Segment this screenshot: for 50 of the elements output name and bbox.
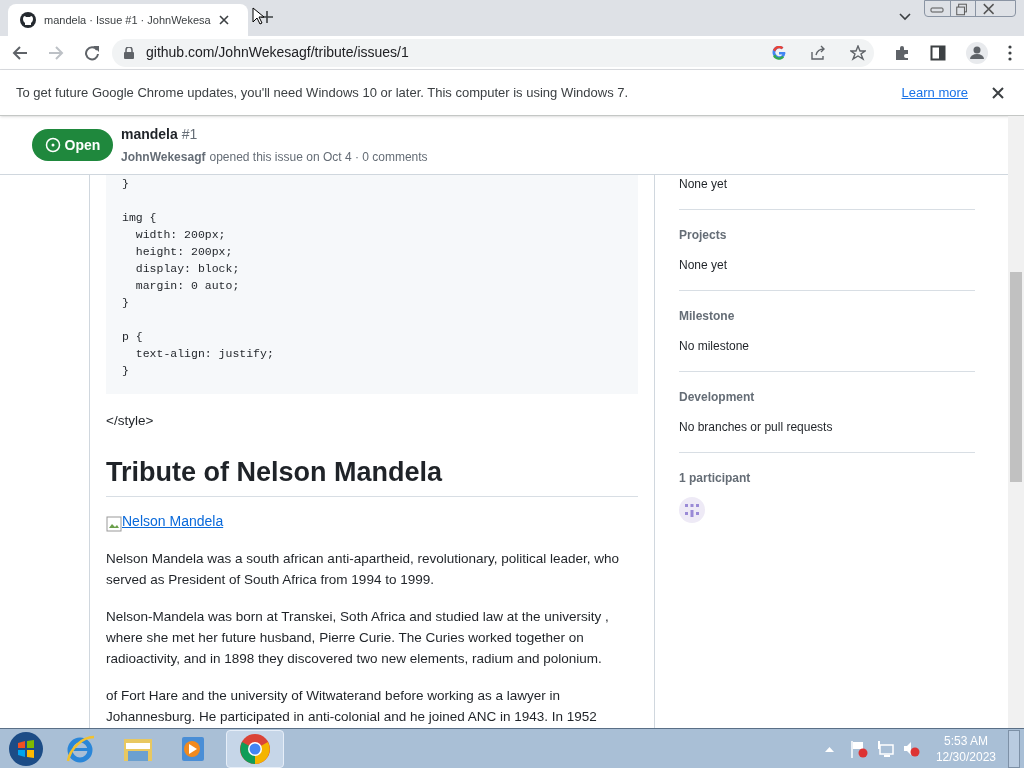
address-bar[interactable]: github.com/JohnWekesagf/tribute/issues/1 bbox=[112, 38, 874, 67]
clock-time: 5:53 AM bbox=[943, 732, 988, 749]
browser-tab[interactable]: mandela · Issue #1 · JohnWekesa bbox=[8, 4, 248, 36]
back-icon[interactable] bbox=[12, 44, 28, 61]
infobar-message: To get future Google Chrome updates, you'll need Windows 10 or later. This computer is using Windows 7. bbox=[16, 83, 630, 102]
issue-title: mandela bbox=[121, 125, 178, 144]
side-panel-icon[interactable] bbox=[930, 44, 946, 61]
author-link[interactable]: JohnWekesagf bbox=[121, 148, 206, 166]
sidebar-value: None yet bbox=[679, 257, 729, 274]
google-icon[interactable] bbox=[772, 45, 786, 60]
sidebar-heading: Milestone bbox=[679, 308, 736, 325]
sidebar-value: No milestone bbox=[679, 338, 751, 355]
sidebar-heading: Projects bbox=[679, 227, 728, 244]
address-text: github.com/JohnWekesagf/tribute/issues/1 bbox=[146, 43, 410, 62]
heading: Tribute of Nelson Mandela bbox=[106, 455, 638, 497]
flag-icon[interactable] bbox=[849, 739, 868, 758]
issue-open-icon bbox=[44, 137, 61, 153]
paragraph: Nelson Mandela was a south african anti-apartheid, revolutionary, political leader, who served as President of South Africa from 1994 to 1999. bbox=[106, 550, 621, 589]
status-text: Open bbox=[64, 135, 101, 155]
sidebar-heading: Development bbox=[679, 389, 756, 406]
code-block: } img { width: 200px; height: 200px; display: block; margin: 0 auto; } p { text-align: justify; } bbox=[106, 175, 638, 394]
issue-meta: opened this issue on Oct 4 · 0 comments bbox=[209, 149, 428, 166]
clock-date: 12/30/2023 bbox=[935, 748, 996, 765]
paragraph: Nelson-Mandela was born at Transkei, Soth Africa and studied law at the university , where she met her future husband, Pierre Curie. The Curies worked together on radioactivity, and in 1898 they discovered two new elements, radium and polonium. bbox=[106, 608, 610, 668]
issue-number: #1 bbox=[181, 125, 198, 144]
reload-icon[interactable] bbox=[84, 44, 100, 61]
close-icon[interactable] bbox=[218, 15, 229, 25]
extensions-icon[interactable] bbox=[894, 44, 910, 61]
sidebar-value: None yet bbox=[679, 176, 729, 193]
sidebar-heading: 1 participant bbox=[679, 470, 752, 487]
chrome-icon bbox=[239, 732, 271, 765]
more-icon[interactable] bbox=[1008, 44, 1012, 61]
github-icon bbox=[20, 12, 36, 28]
profile-icon[interactable] bbox=[966, 41, 988, 64]
chrome-taskbar-button[interactable] bbox=[226, 729, 284, 768]
share-icon[interactable] bbox=[810, 44, 826, 61]
star-icon[interactable] bbox=[850, 44, 866, 61]
learn-more-link[interactable]: Learn more bbox=[901, 82, 968, 103]
broken-image-icon bbox=[106, 516, 122, 532]
close-icon[interactable] bbox=[992, 86, 1004, 99]
avatar-icon bbox=[679, 497, 705, 523]
cursor-icon bbox=[252, 7, 264, 25]
start-orb-icon[interactable] bbox=[8, 730, 44, 767]
paragraph: of Fort Hare and the university of Witwaterand before working as a lawyer in Johannesburg. He participated in anti-colonial and he joined ANC in 1943. In 1952 bbox=[106, 687, 598, 726]
tab-title: mandela · Issue #1 · JohnWekesa bbox=[44, 12, 211, 28]
image-link[interactable]: Nelson Mandela bbox=[122, 511, 224, 532]
lock-icon bbox=[124, 46, 134, 59]
sidebar-value: No branches or pull requests bbox=[679, 419, 834, 436]
chevron-down-icon[interactable] bbox=[899, 13, 911, 21]
paragraph: </style> bbox=[106, 412, 155, 430]
